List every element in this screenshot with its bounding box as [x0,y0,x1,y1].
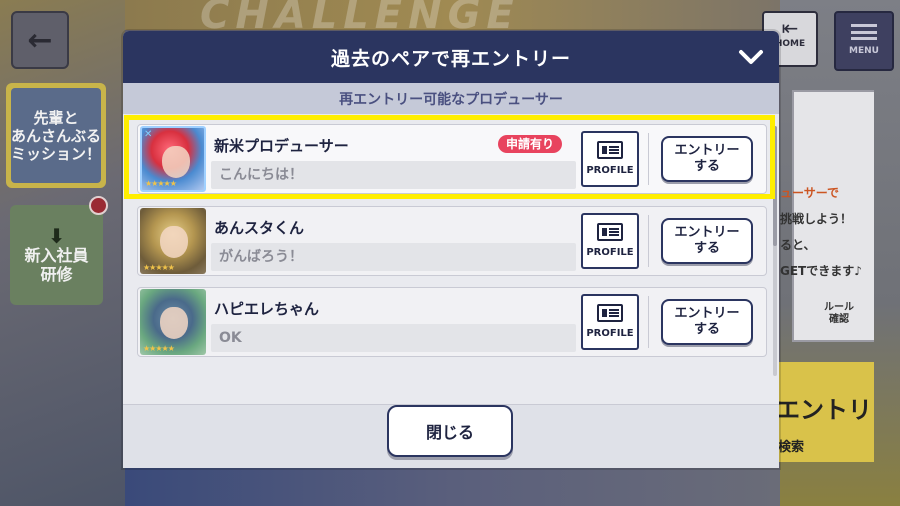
hamburger-icon [851,24,877,40]
rule-button[interactable]: ルール 確認 [821,302,857,350]
info-card-text: ューサーで 挑戦しよう！ ると、 GETできます♪ [780,180,890,284]
list-item[interactable]: ★★★★★ ハピエレちゃん OK PROFILE エントリー する [137,287,767,357]
producer-name: あんスタくん [214,219,305,237]
avatar-face [162,146,190,178]
menu-label: MENU [849,46,879,56]
star-icon: ★★★★★ [145,179,177,188]
divider [648,296,649,348]
entry-search-card[interactable]: エントリー 検索 [774,362,874,462]
dialog-title: 過去のペアで再エントリー [330,47,571,70]
avatar-face [160,307,188,339]
profile-label: PROFILE [586,328,634,339]
info-card-line: 挑戦しよう！ [780,212,853,226]
avatar: ★★★★★ [140,289,206,355]
entry-button[interactable]: エントリー する [661,299,753,345]
id-card-icon [597,304,623,322]
back-button[interactable]: ← [11,11,69,69]
menu-button[interactable]: MENU [834,11,894,71]
status-badge: 申請有り [498,135,563,153]
divider [648,133,649,185]
training-banner-label: 新入社員 研修 [24,245,89,284]
profile-button[interactable]: PROFILE [581,294,639,350]
producer-list[interactable]: ✕ ★★★★★ 新米プロデューサー 申請有り こんにちは！ PROFILE エン… [123,114,779,404]
chevron-down-icon: ⬇ [48,223,65,248]
info-card-line: ると、 [780,238,816,252]
id-card-icon [597,223,623,241]
profile-button[interactable]: PROFILE [581,131,639,187]
close-button[interactable]: 閉じる [387,405,513,457]
avatar-face [160,226,188,258]
profile-label: PROFILE [586,165,634,176]
info-card-line: GETできます♪ [780,264,862,278]
dialog-subtitle: 再エントリー可能なプロデューサー [123,83,779,114]
training-banner[interactable]: ⬇ 新入社員 研修 [10,205,103,305]
entry-button[interactable]: エントリー する [661,218,753,264]
scrollbar-thumb[interactable] [773,126,777,246]
producer-message: がんばろう！ [211,243,576,271]
avatar: ✕ ★★★★★ [140,126,206,192]
list-item[interactable]: ★★★★★ あんスタくん がんばろう！ PROFILE エントリー する [137,206,767,276]
profile-label: PROFILE [586,247,634,258]
producer-name: 新米プロデューサー [214,137,349,155]
entry-search-title: エントリー [776,396,874,424]
id-card-icon [597,141,623,159]
home-label: HOME [774,39,806,49]
avatar: ★★★★★ [140,208,206,274]
chevron-down-icon[interactable] [733,41,769,73]
background-bottom [125,468,780,506]
profile-button[interactable]: PROFILE [581,213,639,269]
star-icon: ★★★★★ [143,263,175,272]
mission-banner-label: 先輩と あんさんぶる ミッション！ [11,88,101,183]
producer-message: OK [211,324,576,352]
mission-banner[interactable]: 先輩と あんさんぶる ミッション！ [6,83,106,188]
arrow-left-icon: ← [27,22,53,58]
list-item[interactable]: ✕ ★★★★★ 新米プロデューサー 申請有り こんにちは！ PROFILE エン… [137,124,767,194]
divider [648,215,649,267]
producer-message: こんにちは！ [211,161,576,189]
star-icon: ★★★★★ [143,344,175,353]
reentry-dialog: 過去のペアで再エントリー 再エントリー可能なプロデューサー ✕ ★★★★★ 新米… [123,31,779,468]
exit-icon: ⇤ [781,16,799,40]
info-card-accent: ューサーで [780,186,840,200]
producer-name: ハピエレちゃん [214,300,320,318]
entry-button[interactable]: エントリー する [661,136,753,182]
rarity-icon: ✕ [144,129,153,140]
notification-dot [89,196,108,215]
entry-search-sub: 検索 [778,440,805,455]
